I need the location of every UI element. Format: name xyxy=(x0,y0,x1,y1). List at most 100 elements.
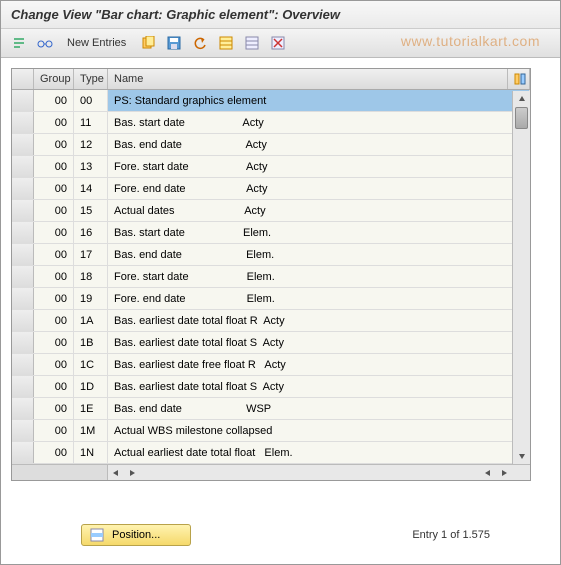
column-group[interactable]: Group xyxy=(34,69,74,89)
position-button[interactable]: Position... xyxy=(81,524,191,546)
table-row[interactable]: 0000PS: Standard graphics element xyxy=(12,90,530,112)
cell-type: 13 xyxy=(74,156,108,177)
cell-group: 00 xyxy=(34,442,74,463)
row-selector[interactable] xyxy=(12,332,34,353)
row-selector[interactable] xyxy=(12,266,34,287)
cell-name: Actual dates Acty xyxy=(108,200,530,221)
column-type[interactable]: Type xyxy=(74,69,108,89)
row-selector[interactable] xyxy=(12,398,34,419)
delete-icon[interactable] xyxy=(268,33,288,53)
cell-group: 00 xyxy=(34,310,74,331)
row-selector[interactable] xyxy=(12,112,34,133)
scroll-right-icon[interactable] xyxy=(124,465,140,480)
cell-name: Actual WBS milestone collapsed xyxy=(108,420,530,441)
table-row[interactable]: 0019Fore. end date Elem. xyxy=(12,288,530,310)
cell-type: 17 xyxy=(74,244,108,265)
table-row[interactable]: 0017Bas. end date Elem. xyxy=(12,244,530,266)
table-row[interactable]: 0011Bas. start date Acty xyxy=(12,112,530,134)
toolbar: New Entries www.tutorialkart.com xyxy=(1,29,560,58)
cell-name: Bas. end date Elem. xyxy=(108,244,530,265)
column-name[interactable]: Name xyxy=(108,69,508,89)
table-row[interactable]: 001BBas. earliest date total float S Act… xyxy=(12,332,530,354)
cell-name: Bas. earliest date total float S Acty xyxy=(108,376,530,397)
table-row[interactable]: 001MActual WBS milestone collapsed xyxy=(12,420,530,442)
scroll-track[interactable] xyxy=(513,107,530,448)
cell-group: 00 xyxy=(34,134,74,155)
cell-name: Fore. start date Elem. xyxy=(108,266,530,287)
table-row[interactable]: 001NActual earliest date total float Ele… xyxy=(12,442,530,464)
row-selector[interactable] xyxy=(12,288,34,309)
table-body: 0000PS: Standard graphics element0011Bas… xyxy=(12,90,530,464)
row-selector[interactable] xyxy=(12,156,34,177)
copy-icon[interactable] xyxy=(138,33,158,53)
row-selector[interactable] xyxy=(12,420,34,441)
cell-type: 1A xyxy=(74,310,108,331)
table-row[interactable]: 001ABas. earliest date total float R Act… xyxy=(12,310,530,332)
cell-type: 18 xyxy=(74,266,108,287)
cell-name: Fore. start date Acty xyxy=(108,156,530,177)
cell-name: Bas. earliest date total float R Acty xyxy=(108,310,530,331)
cell-type: 15 xyxy=(74,200,108,221)
cell-type: 12 xyxy=(74,134,108,155)
cell-type: 1B xyxy=(74,332,108,353)
row-selector[interactable] xyxy=(12,354,34,375)
content-area: Group Type Name 0000PS: Standard graphic… xyxy=(1,58,560,491)
cell-group: 00 xyxy=(34,376,74,397)
table-row[interactable]: 0018Fore. start date Elem. xyxy=(12,266,530,288)
row-selector[interactable] xyxy=(12,90,34,111)
cell-name: Bas. earliest date free float R Acty xyxy=(108,354,530,375)
scroll-up-icon[interactable] xyxy=(513,91,530,107)
table-row[interactable]: 0015Actual dates Acty xyxy=(12,200,530,222)
row-selector[interactable] xyxy=(12,376,34,397)
position-label: Position... xyxy=(112,529,160,541)
cell-group: 00 xyxy=(34,354,74,375)
table-row[interactable]: 0016Bas. start date Elem. xyxy=(12,222,530,244)
cell-type: 1N xyxy=(74,442,108,463)
select-all-icon[interactable] xyxy=(216,33,236,53)
cell-type: 00 xyxy=(74,90,108,111)
row-selector[interactable] xyxy=(12,442,34,463)
new-entries-button[interactable]: New Entries xyxy=(61,35,132,51)
entry-count-text: Entry 1 of 1.575 xyxy=(412,529,490,541)
table-row[interactable]: 0014Fore. end date Acty xyxy=(12,178,530,200)
undo-icon[interactable] xyxy=(190,33,210,53)
glasses-icon[interactable] xyxy=(35,33,55,53)
scroll-left-icon[interactable] xyxy=(108,465,124,480)
deselect-icon[interactable] xyxy=(242,33,262,53)
scroll-down-icon[interactable] xyxy=(513,448,530,464)
row-selector[interactable] xyxy=(12,178,34,199)
cell-group: 00 xyxy=(34,398,74,419)
table-row[interactable]: 001CBas. earliest date free float R Acty xyxy=(12,354,530,376)
table-row[interactable]: 001EBas. end date WSP xyxy=(12,398,530,420)
cell-name: Bas. earliest date total float S Acty xyxy=(108,332,530,353)
vertical-scrollbar[interactable] xyxy=(512,91,530,464)
table-row[interactable]: 0012Bas. end date Acty xyxy=(12,134,530,156)
row-selector[interactable] xyxy=(12,222,34,243)
cell-group: 00 xyxy=(34,420,74,441)
data-table: Group Type Name 0000PS: Standard graphic… xyxy=(11,68,531,481)
watermark-text: www.tutorialkart.com xyxy=(401,33,540,49)
row-selector[interactable] xyxy=(12,244,34,265)
toggle-icon[interactable] xyxy=(9,33,29,53)
cell-type: 1E xyxy=(74,398,108,419)
configure-columns-icon[interactable] xyxy=(508,69,530,89)
row-selector[interactable] xyxy=(12,200,34,221)
cell-group: 00 xyxy=(34,178,74,199)
cell-group: 00 xyxy=(34,112,74,133)
scroll-right-end-icon[interactable] xyxy=(496,465,512,480)
horizontal-scrollbar[interactable] xyxy=(12,464,530,480)
cell-name: Bas. start date Elem. xyxy=(108,222,530,243)
row-selector[interactable] xyxy=(12,310,34,331)
page-title: Change View "Bar chart: Graphic element"… xyxy=(11,7,340,22)
cell-name: Bas. start date Acty xyxy=(108,112,530,133)
cell-type: 1M xyxy=(74,420,108,441)
cell-name: Bas. end date WSP xyxy=(108,398,530,419)
scroll-left-end-icon[interactable] xyxy=(480,465,496,480)
scroll-thumb[interactable] xyxy=(515,107,528,129)
save-icon[interactable] xyxy=(164,33,184,53)
row-selector[interactable] xyxy=(12,134,34,155)
table-row[interactable]: 0013Fore. start date Acty xyxy=(12,156,530,178)
table-row[interactable]: 001DBas. earliest date total float S Act… xyxy=(12,376,530,398)
cell-group: 00 xyxy=(34,288,74,309)
column-selector[interactable] xyxy=(12,69,34,89)
